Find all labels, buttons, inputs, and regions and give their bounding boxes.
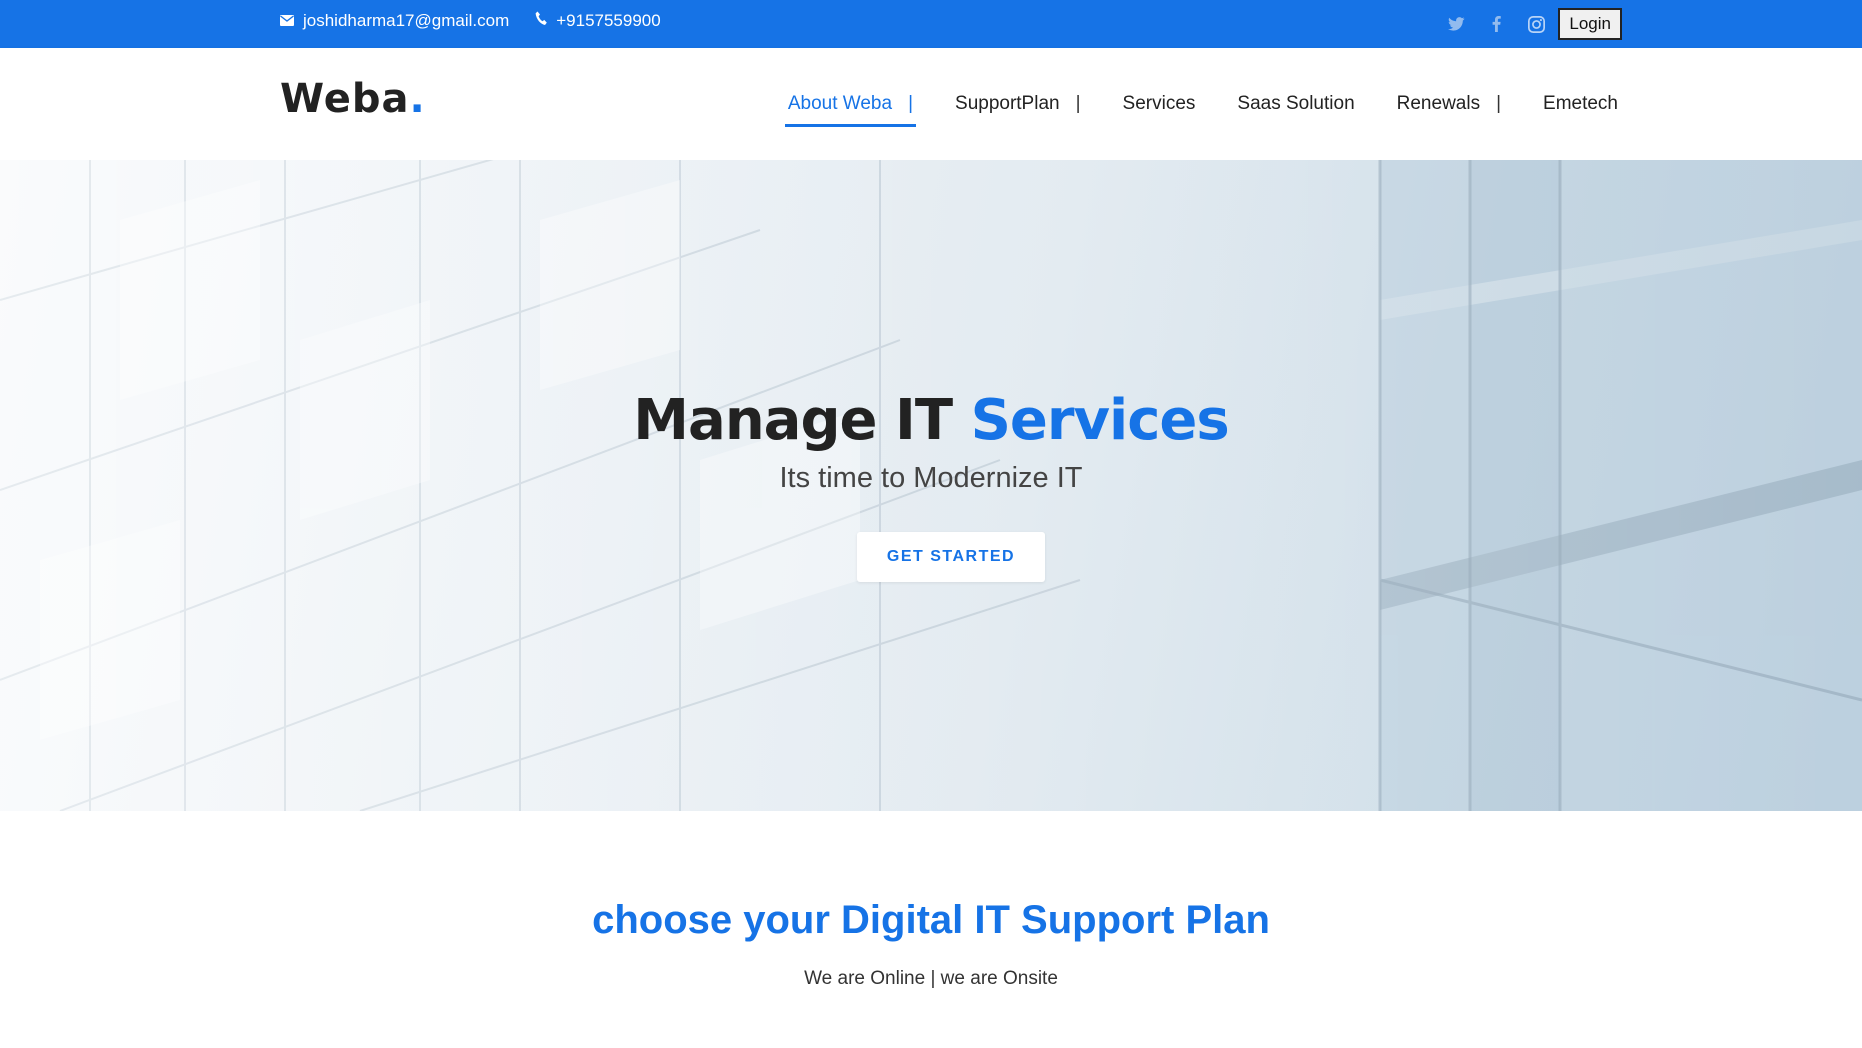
nav-label: Services xyxy=(1122,93,1196,114)
support-plan-title: choose your Digital IT Support Plan xyxy=(592,898,1270,942)
phone-contact[interactable]: +9157559900 xyxy=(535,11,661,31)
hero-content: Manage IT Services Its time to Modernize… xyxy=(0,160,1862,811)
nav-label: Renewals xyxy=(1396,93,1481,114)
twitter-icon[interactable] xyxy=(1436,17,1476,31)
nav-separator: | xyxy=(1075,93,1081,114)
nav-separator: | xyxy=(1496,93,1502,114)
nav-separator: | xyxy=(908,93,914,114)
hero-subtitle: Its time to Modernize IT xyxy=(779,462,1083,494)
facebook-icon[interactable] xyxy=(1476,16,1516,32)
logo-dot: . xyxy=(409,76,426,122)
social-links: Login xyxy=(1436,0,1622,48)
nav-item-services[interactable]: Services xyxy=(1123,84,1196,124)
logo-text: Weba xyxy=(280,76,410,122)
hero-title-accent: Services xyxy=(970,388,1230,453)
nav-label: Emetech xyxy=(1543,93,1618,114)
instagram-icon[interactable] xyxy=(1516,15,1556,33)
nav-label: About Weba xyxy=(787,93,893,114)
site-header: Weba. About Weba | SupportPlan | Service… xyxy=(0,48,1862,160)
hero-title: Manage IT Services xyxy=(0,388,1862,453)
nav-label: Saas Solution xyxy=(1237,93,1355,114)
email-text: joshidharma17@gmail.com xyxy=(303,11,510,30)
nav-item-supportplan[interactable]: SupportPlan | xyxy=(955,84,1081,124)
logo[interactable]: Weba. xyxy=(280,76,426,122)
active-underline xyxy=(784,124,917,127)
phone-text: +9157559900 xyxy=(556,11,661,30)
nav-item-emetech[interactable]: Emetech xyxy=(1543,84,1618,124)
nav-item-renewals[interactable]: Renewals | xyxy=(1397,84,1501,124)
contact-info: joshidharma17@gmail.com +9157559900 xyxy=(280,0,687,42)
nav-item-saas-solution[interactable]: Saas Solution xyxy=(1237,84,1354,124)
phone-icon xyxy=(535,11,556,31)
hero-title-main: Manage IT xyxy=(633,388,971,453)
nav-item-about-weba[interactable]: About Weba | xyxy=(784,84,917,127)
email-contact[interactable]: joshidharma17@gmail.com xyxy=(280,11,509,31)
envelope-icon xyxy=(280,11,303,31)
main-nav: About Weba | SupportPlan | Services Saas… xyxy=(784,48,1618,160)
support-plan-subtitle: We are Online | we are Onsite xyxy=(804,968,1058,989)
nav-label: SupportPlan xyxy=(955,93,1060,114)
top-bar: joshidharma17@gmail.com +9157559900 Logi… xyxy=(0,0,1862,48)
login-button[interactable]: Login xyxy=(1558,8,1622,40)
get-started-button[interactable]: GET STARTED xyxy=(857,532,1045,582)
hero-section: Manage IT Services Its time to Modernize… xyxy=(0,160,1862,811)
